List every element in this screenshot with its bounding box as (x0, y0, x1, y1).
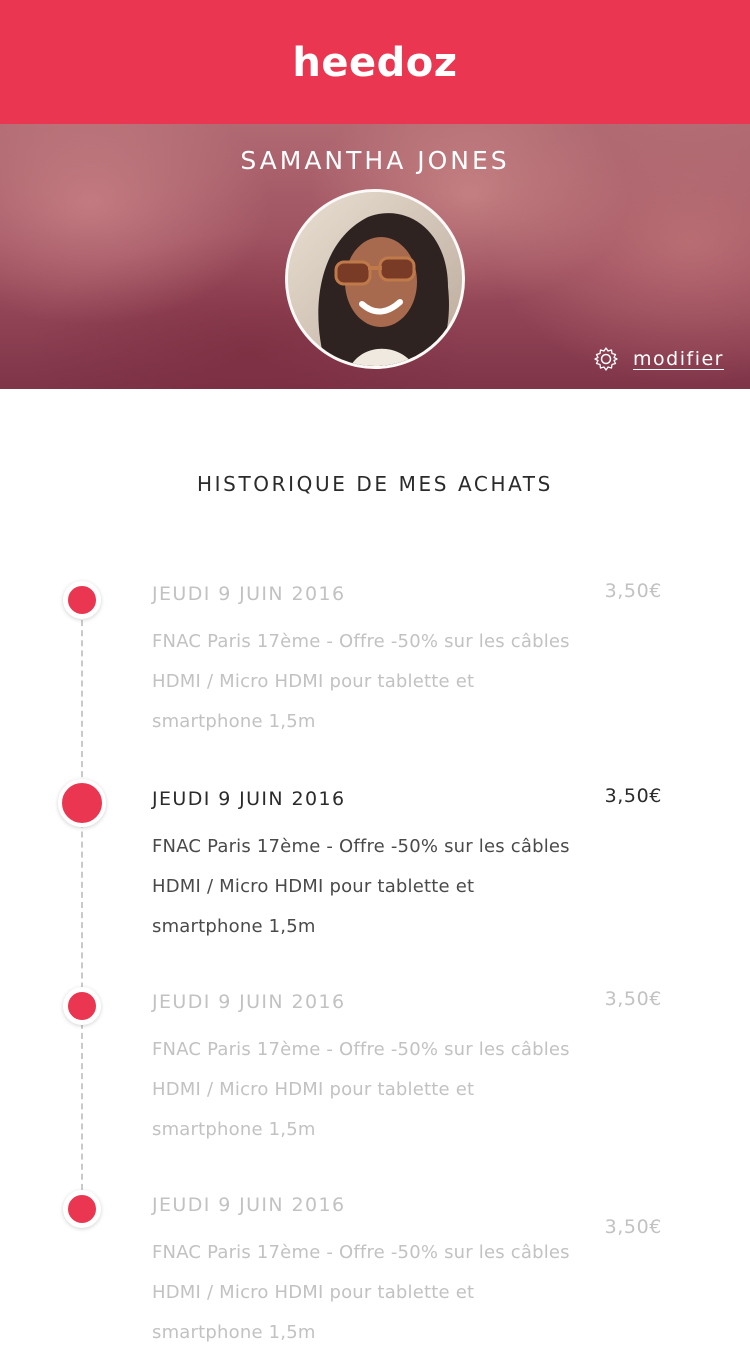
purchase-date: JEUDI 9 JUIN 2016 (152, 583, 346, 605)
purchase-description: FNAC Paris 17ème - Offre -50% sur les câ… (152, 1039, 570, 1140)
timeline-connector (81, 600, 83, 1210)
app-header: heedoz (0, 0, 750, 124)
purchase-description: FNAC Paris 17ème - Offre -50% sur les câ… (152, 836, 570, 937)
purchase-date: JEUDI 9 JUIN 2016 (152, 788, 346, 810)
avatar-photo (288, 192, 462, 366)
purchase-date: JEUDI 9 JUIN 2016 (152, 991, 346, 1013)
purchase-price: 3,50€ (604, 580, 662, 602)
edit-profile-label[interactable]: modifier (633, 348, 724, 370)
purchase-price: 3,50€ (604, 785, 662, 807)
purchase-item[interactable]: JEUDI 9 JUIN 2016 FNAC Paris 17ème - Off… (152, 1193, 582, 1353)
purchase-description: FNAC Paris 17ème - Offre -50% sur les câ… (152, 1242, 570, 1343)
purchase-item[interactable]: JEUDI 9 JUIN 2016 FNAC Paris 17ème - Off… (152, 582, 582, 742)
timeline-dot (63, 1190, 101, 1228)
edit-profile-link[interactable]: modifier (593, 346, 724, 372)
timeline-dot-active (58, 779, 106, 827)
gear-icon (594, 347, 618, 371)
purchase-price: 3,50€ (604, 1216, 662, 1238)
purchase-item[interactable]: JEUDI 9 JUIN 2016 FNAC Paris 17ème - Off… (152, 990, 582, 1150)
profile-name: SAMANTHA JONES (240, 146, 510, 175)
avatar (285, 189, 465, 369)
purchase-date: JEUDI 9 JUIN 2016 (152, 1194, 346, 1216)
purchase-description: FNAC Paris 17ème - Offre -50% sur les câ… (152, 631, 570, 732)
purchase-price: 3,50€ (604, 988, 662, 1010)
timeline-dot (63, 987, 101, 1025)
timeline-dot (63, 581, 101, 619)
purchase-item-active[interactable]: JEUDI 9 JUIN 2016 FNAC Paris 17ème - Off… (152, 787, 582, 947)
history-title: HISTORIQUE DE MES ACHATS (197, 472, 553, 496)
profile-banner: SAMANTHA JONES modifier (0, 124, 750, 389)
brand-logo: heedoz (292, 40, 458, 86)
